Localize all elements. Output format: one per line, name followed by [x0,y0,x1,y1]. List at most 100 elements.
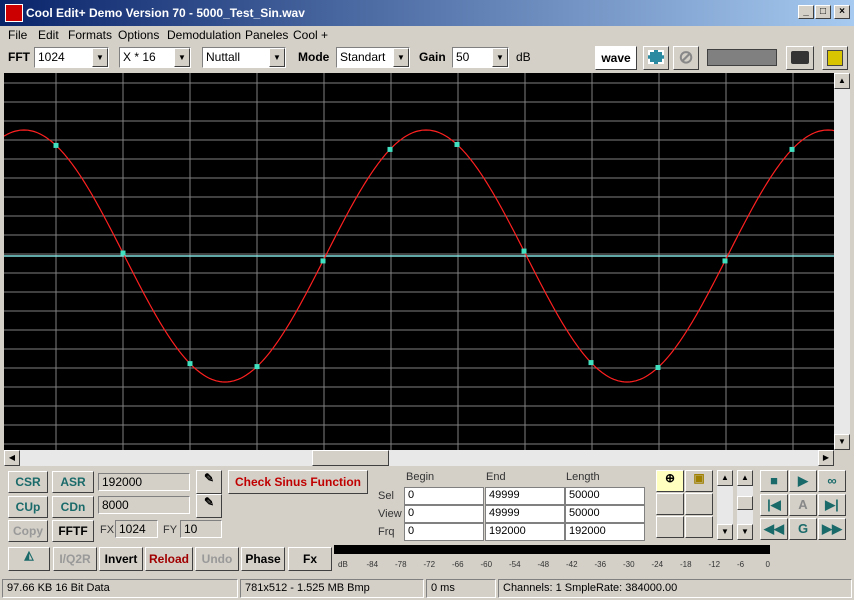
scroll-down-arrow-icon[interactable]: ▼ [834,434,850,450]
menu-options[interactable]: Options [118,28,159,42]
phase-button[interactable]: Phase [241,547,285,571]
col-begin: Begin [406,471,435,483]
cup-button[interactable]: CUp [8,496,48,518]
pipette-button-2[interactable]: ✎ [196,494,222,518]
asr-field[interactable]: 192000 [98,473,190,491]
camera-button[interactable] [786,46,814,70]
g-button[interactable]: G [789,518,817,540]
zoom-in-icon: ⊕ [664,471,676,485]
menu-file[interactable]: File [8,28,27,42]
sample-marker [53,142,59,148]
chevron-down-icon: ▼ [269,48,285,67]
sel-end[interactable]: 49999 [485,487,565,505]
asr-button[interactable]: ASR [52,471,94,493]
minimize-button[interactable]: _ [798,5,814,19]
invert-button[interactable]: Invert [99,547,143,571]
rewind-button[interactable]: ◀◀ [760,518,788,540]
zoom-in-button[interactable]: ⊕ [656,470,684,492]
menu-cool[interactable]: Cool + [293,28,328,42]
fftf-button[interactable]: FFTF [52,520,94,542]
undo-button[interactable]: Undo [195,547,239,571]
zoom-slot-3[interactable] [656,516,684,538]
sel-length[interactable]: 50000 [565,487,645,505]
menu-paneles[interactable]: Paneles [245,28,288,42]
wave-button[interactable]: wave [595,46,637,70]
a-button[interactable]: A [789,494,817,516]
loop-button[interactable]: ∞ [818,470,846,492]
menu-formats[interactable]: Formats [68,28,112,42]
mode-label: Mode [298,50,330,64]
waveform-display[interactable] [3,73,837,450]
sample-marker [320,258,326,264]
pipette-button[interactable]: ✎ [196,470,222,494]
fy-field[interactable]: 10 [180,520,222,538]
reload-button[interactable]: Reload [145,547,193,571]
panel-scrollbar-1[interactable]: ▲ ▼ [717,470,733,540]
scroll-thumb-2[interactable] [737,496,753,510]
gain-select[interactable]: 50 ▼ [452,47,509,68]
view-length[interactable]: 50000 [565,505,645,523]
stop-transport-button[interactable]: ■ [760,470,788,492]
scroll-up-arrow-icon[interactable]: ▲ [717,470,733,486]
check-sinus-button[interactable]: Check Sinus Function [228,470,368,494]
frq-end[interactable]: 192000 [485,523,565,541]
csr-button[interactable]: CSR [8,471,48,493]
menu-edit[interactable]: Edit [38,28,59,42]
meter-tick-label: -12 [708,560,721,569]
status-time: 0 ms [426,579,496,598]
skip-start-button[interactable]: |◀ [760,494,788,516]
mode-select[interactable]: Standart ▼ [336,47,410,68]
menu-demodulation[interactable]: Demodulation [167,28,241,42]
meter-tick-label: 0 [765,560,770,569]
zoom-page-button[interactable]: ▣ [685,470,713,492]
scroll-right-arrow-icon[interactable]: ▶ [818,450,834,466]
meter-tick-label: -18 [680,560,692,569]
fy-label: FY [163,524,178,536]
frq-length[interactable]: 192000 [565,523,645,541]
row-view-label: View [378,508,402,520]
skip-end-button[interactable]: ▶| [818,494,846,516]
triangle-button[interactable]: ◭ [8,547,50,571]
film-button[interactable] [643,46,669,70]
zoom-select[interactable]: X * 16 ▼ [119,47,191,68]
fft-label: FFT [8,50,30,64]
scroll-up-arrow-icon[interactable]: ▲ [737,470,753,486]
fx-label: FX [100,524,115,536]
zoom-slot-4[interactable] [685,516,713,538]
meter-tick-label: -24 [651,560,664,569]
scroll-left-arrow-icon[interactable]: ◀ [4,450,20,466]
scroll-thumb[interactable] [312,450,389,466]
frq-begin[interactable]: 0 [404,523,484,541]
scroll-down-arrow-icon[interactable]: ▼ [737,524,753,540]
meter-tick-label: -60 [480,560,493,569]
maximize-button[interactable]: □ [815,5,831,19]
cdn-field[interactable]: 8000 [98,496,190,514]
save-button[interactable] [822,46,848,70]
zoom-slot-1[interactable] [656,493,684,515]
sel-begin[interactable]: 0 [404,487,484,505]
scroll-up-arrow-icon[interactable]: ▲ [834,73,850,89]
view-end[interactable]: 49999 [485,505,565,523]
fx-button[interactable]: Fx [288,547,332,571]
meter-bar [334,545,770,554]
close-button[interactable]: × [834,5,850,19]
window-title: Cool Edit+ Demo Version 70 - 5000_Test_S… [26,6,305,20]
fast-forward-button[interactable]: ▶▶ [818,518,846,540]
stop-button[interactable]: ⊘ [673,46,699,70]
horizontal-scrollbar[interactable]: ◀ ▶ [4,450,834,466]
meter-tick-label: -48 [537,560,550,569]
window-select[interactable]: Nuttall ▼ [202,47,286,68]
scroll-down-arrow-icon[interactable]: ▼ [717,524,733,540]
zoom-slot-2[interactable] [685,493,713,515]
view-begin[interactable]: 0 [404,505,484,523]
fx-field[interactable]: 1024 [115,520,158,538]
panel-scrollbar-2[interactable]: ▲ ▼ [737,470,753,540]
cdn-button[interactable]: CDn [52,496,94,518]
col-length: Length [566,471,600,483]
vertical-scrollbar[interactable]: ▲ ▼ [834,73,850,450]
level-meter: dB -84 -78 -72 -66 -60 -54 -48 -42 -36 -30 -24 -18 -1… [334,545,774,573]
fft-select[interactable]: 1024 ▼ [34,47,109,68]
iq2r-button[interactable]: I/Q2R [53,547,97,571]
play-button[interactable]: ▶ [789,470,817,492]
copy-button[interactable]: Copy [8,520,48,542]
